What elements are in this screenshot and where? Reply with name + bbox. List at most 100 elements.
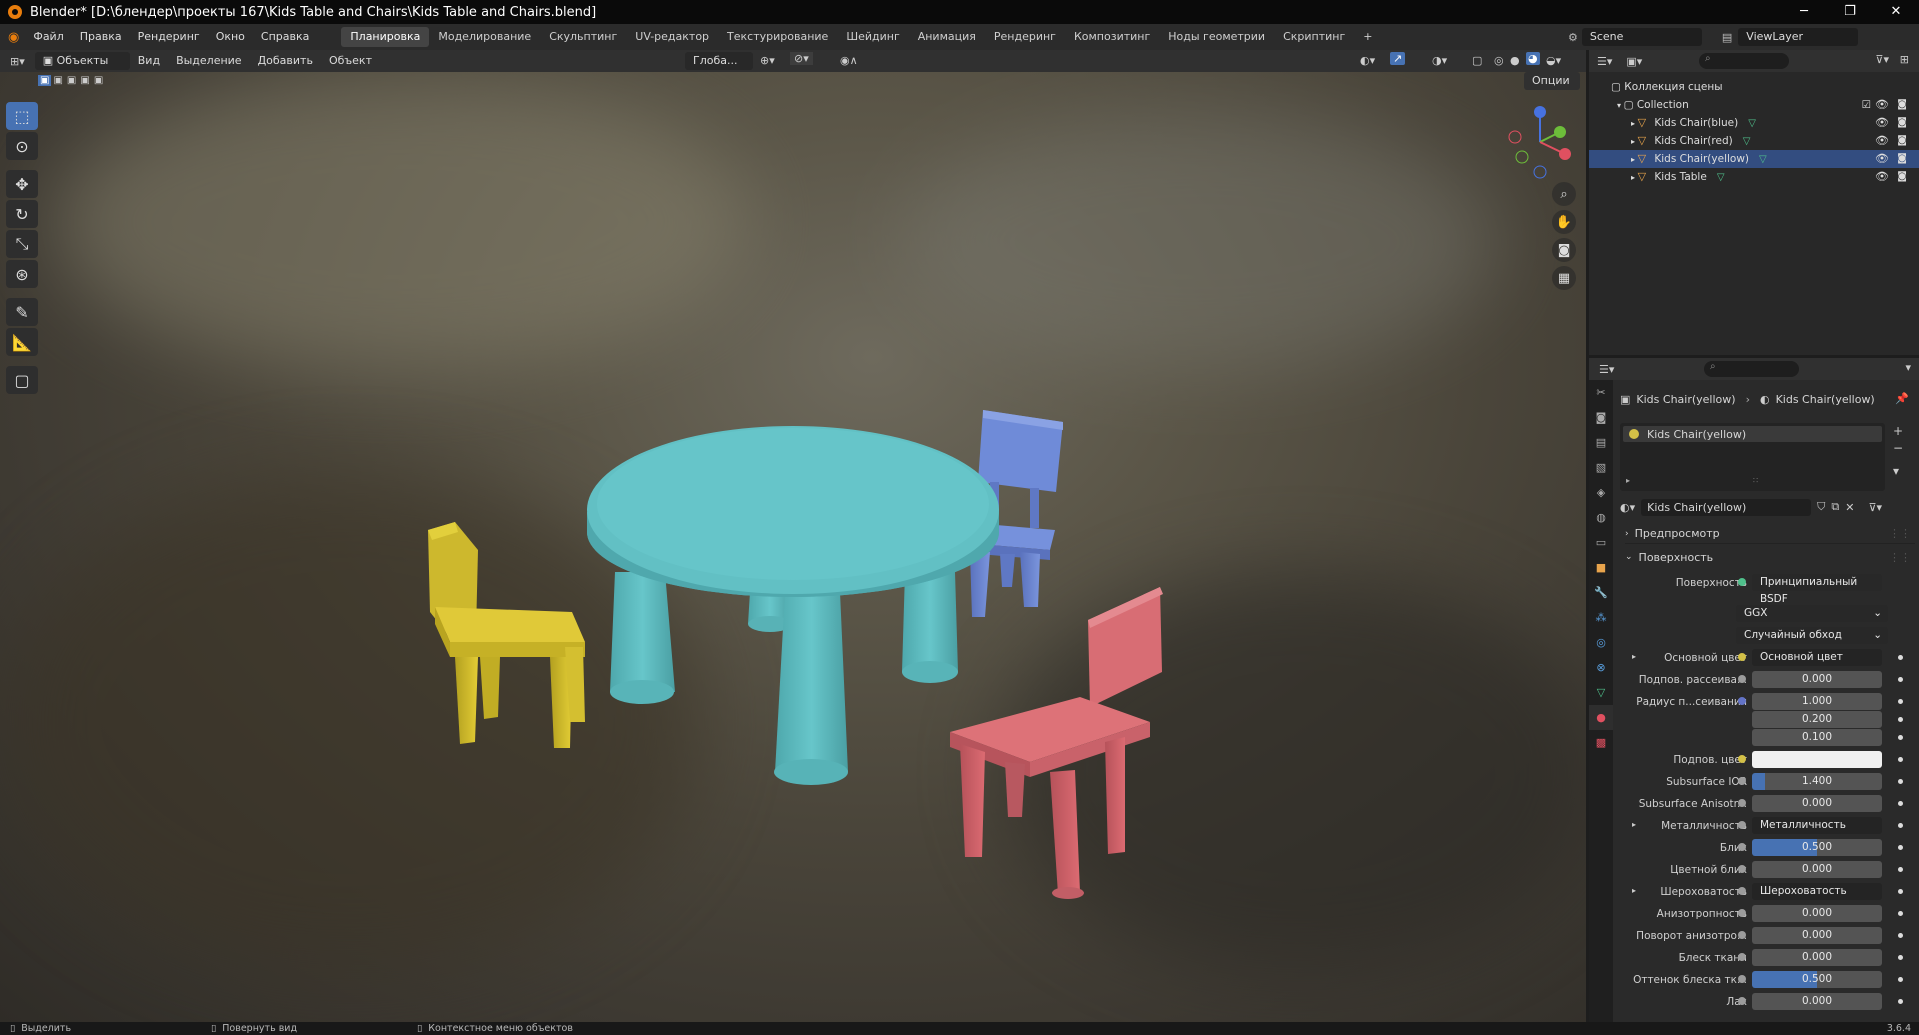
socket-icon[interactable]	[1738, 653, 1746, 661]
rotate-tool-icon[interactable]: ↻	[6, 200, 38, 228]
eye-icon[interactable]: 👁	[1875, 168, 1889, 186]
render-tab-icon[interactable]: ◙	[1589, 405, 1613, 430]
preview-panel-header[interactable]: › Предпросмотр ⋮⋮	[1625, 524, 1915, 544]
snap-icon[interactable]: ⊘▾	[790, 52, 813, 65]
keyframe-dot-icon[interactable]	[1898, 717, 1903, 722]
number-field[interactable]: 0.000	[1752, 671, 1882, 688]
pin-icon[interactable]: 📌	[1895, 392, 1909, 405]
keyframe-dot-icon[interactable]	[1898, 933, 1903, 938]
cursor-tool-icon[interactable]: ⊙	[6, 132, 38, 160]
transform-orientation-selector[interactable]: Глоба...	[685, 52, 753, 70]
browse-material-icon[interactable]: ◐▾	[1620, 501, 1635, 514]
tab-texture-paint[interactable]: Текстурирование	[718, 27, 837, 47]
number-field[interactable]: 0.500	[1752, 971, 1882, 988]
outliner-item-table[interactable]: ▸ ▽ Kids Table ▽ 👁 ◙	[1589, 168, 1919, 186]
number-field[interactable]: 0.000	[1752, 795, 1882, 812]
keyframe-dot-icon[interactable]	[1898, 699, 1903, 704]
pan-hand-icon[interactable]: ✋	[1552, 210, 1576, 234]
duplicate-material-icon[interactable]: ⧉	[1831, 500, 1839, 514]
add-slot-icon[interactable]: +	[1893, 423, 1903, 440]
kids-chair-red[interactable]	[950, 587, 1163, 899]
keyframe-dot-icon[interactable]	[1898, 655, 1903, 660]
remove-slot-icon[interactable]: −	[1893, 440, 1903, 457]
linked-input-field[interactable]: Шероховатость	[1752, 883, 1882, 900]
socket-icon[interactable]	[1738, 777, 1746, 785]
socket-icon[interactable]	[1738, 697, 1746, 705]
slot-specials-icon[interactable]: ▾	[1893, 463, 1903, 480]
number-field[interactable]: 0.000	[1752, 861, 1882, 878]
measure-tool-icon[interactable]: 📐	[6, 328, 38, 356]
perspective-grid-icon[interactable]: ▦	[1552, 266, 1576, 290]
eye-icon[interactable]: 👁	[1875, 96, 1889, 114]
number-field[interactable]: 0.500	[1752, 839, 1882, 856]
socket-icon[interactable]	[1738, 997, 1746, 1005]
proportional-edit-icon[interactable]: ◉∧	[840, 54, 858, 67]
tab-layout[interactable]: Планировка	[341, 27, 430, 47]
link-type-icon[interactable]: ⊽▾	[1868, 501, 1882, 514]
properties-editor-icon[interactable]: ☰▾	[1599, 363, 1614, 376]
socket-icon[interactable]	[1738, 887, 1746, 895]
resize-handle-icon[interactable]: ∷	[1753, 476, 1758, 485]
keyframe-dot-icon[interactable]	[1898, 867, 1903, 872]
blender-menu-icon[interactable]: ◉	[8, 30, 19, 45]
keyframe-dot-icon[interactable]	[1898, 779, 1903, 784]
drag-handle-icon[interactable]: ⋮⋮	[1889, 527, 1911, 540]
socket-icon[interactable]	[1738, 675, 1746, 683]
camera-icon[interactable]: ◙	[1897, 114, 1907, 132]
socket-icon[interactable]	[1738, 755, 1746, 763]
tab-geometry-nodes[interactable]: Ноды геометрии	[1159, 27, 1274, 47]
outliner-item-chair-red[interactable]: ▸ ▽ Kids Chair(red) ▽ 👁 ◙	[1589, 132, 1919, 150]
tab-scripting[interactable]: Скриптинг	[1274, 27, 1354, 47]
number-field[interactable]: 0.000	[1752, 927, 1882, 944]
camera-icon[interactable]: ◙	[1897, 150, 1907, 168]
scene-selector[interactable]: Scene	[1581, 28, 1702, 46]
subsurface-method-dropdown[interactable]: Случайный обход ⌄	[1736, 627, 1888, 644]
material-slot-item[interactable]: Kids Chair(yellow)	[1623, 426, 1882, 442]
minimize-button[interactable]: ─	[1781, 0, 1827, 24]
outliner-editor-icon[interactable]: ☰▾	[1597, 55, 1612, 68]
output-tab-icon[interactable]: ▤	[1589, 430, 1613, 455]
solid-shading-icon[interactable]: ●	[1510, 54, 1520, 67]
modifier-tab-icon[interactable]: 🔧	[1589, 580, 1613, 605]
camera-icon[interactable]: ◙	[1897, 132, 1907, 150]
physics-tab-icon[interactable]: ◎	[1589, 630, 1613, 655]
filter-icon[interactable]: ⊽▾	[1875, 53, 1889, 66]
collection-tab-icon[interactable]: ▭	[1589, 530, 1613, 555]
tab-uv-editing[interactable]: UV-редактор	[626, 27, 718, 47]
surface-shader-field[interactable]: Принципиальный BSDF	[1752, 574, 1882, 605]
camera-icon[interactable]: ◙	[1552, 238, 1576, 262]
material-shading-icon[interactable]: ◕	[1526, 52, 1540, 65]
scene-collection-row[interactable]: ▢ Коллекция сцены	[1589, 78, 1919, 96]
number-field[interactable]: 1.000	[1752, 693, 1882, 710]
expand-arrow-icon[interactable]: ▸	[1632, 820, 1636, 829]
keyframe-dot-icon[interactable]	[1898, 889, 1903, 894]
keyframe-dot-icon[interactable]	[1898, 999, 1903, 1004]
navigation-gizmo[interactable]	[1500, 102, 1580, 182]
display-mode-icon[interactable]: ▣▾	[1626, 55, 1642, 68]
expand-arrow-icon[interactable]: ▸	[1632, 652, 1636, 661]
socket-icon[interactable]	[1738, 843, 1746, 851]
pivot-icon[interactable]: ⊕▾	[760, 54, 775, 67]
menu-object[interactable]: Объект	[321, 50, 380, 72]
tab-animation[interactable]: Анимация	[909, 27, 985, 47]
socket-icon[interactable]	[1738, 799, 1746, 807]
menu-select[interactable]: Выделение	[168, 50, 250, 72]
camera-icon[interactable]: ◙	[1897, 96, 1907, 114]
menu-add[interactable]: Добавить	[250, 50, 321, 72]
move-tool-icon[interactable]: ✥	[6, 170, 38, 198]
collection-row[interactable]: ▾ ▢ Collection ☑ 👁 ◙	[1589, 96, 1919, 114]
expand-arrow-icon[interactable]: ▸	[1631, 137, 1638, 146]
expand-arrow-icon[interactable]: ▸	[1632, 886, 1636, 895]
socket-icon[interactable]	[1738, 931, 1746, 939]
gizmo-toggle-icon[interactable]: ↗	[1390, 52, 1406, 65]
keyframe-dot-icon[interactable]	[1898, 823, 1903, 828]
outliner-item-chair-yellow[interactable]: ▸ ▽ Kids Chair(yellow) ▽ 👁 ◙	[1589, 150, 1919, 168]
world-tab-icon[interactable]: ◍	[1589, 505, 1613, 530]
keyframe-dot-icon[interactable]	[1898, 845, 1903, 850]
kids-table[interactable]	[587, 426, 999, 785]
transform-tool-icon[interactable]: ⊛	[6, 260, 38, 288]
keyframe-dot-icon[interactable]	[1898, 911, 1903, 916]
outliner-search-input[interactable]: ⌕	[1699, 53, 1789, 69]
add-workspace-button[interactable]: +	[1354, 27, 1381, 47]
keyframe-dot-icon[interactable]	[1898, 677, 1903, 682]
